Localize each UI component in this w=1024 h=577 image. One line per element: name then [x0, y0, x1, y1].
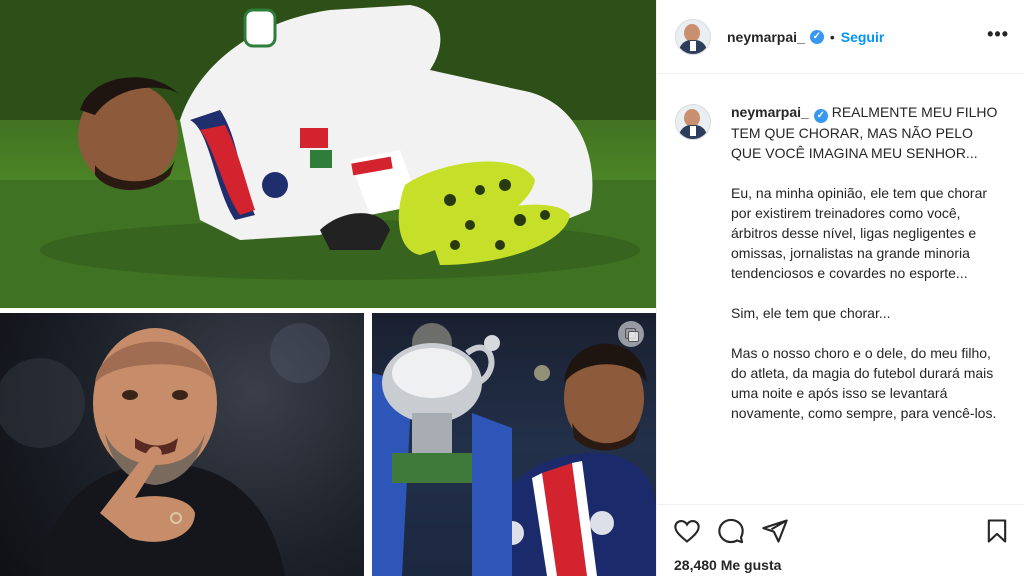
post-header: neymarpai_ ✓ • Seguir •••	[657, 0, 1024, 74]
caption-avatar[interactable]	[675, 104, 711, 140]
heart-icon[interactable]	[673, 517, 701, 545]
avatar[interactable]	[675, 18, 711, 55]
photo-coach	[0, 313, 364, 576]
comment-icon[interactable]	[717, 517, 745, 545]
photo-trophy	[372, 313, 656, 576]
likes-count[interactable]: 28,480 Me gusta	[674, 557, 781, 573]
caption-username[interactable]: neymarpai_	[731, 104, 809, 120]
share-icon[interactable]	[761, 517, 789, 545]
post-panel: neymarpai_ ✓ • Seguir ••• neymarpai_ ✓ RE…	[656, 0, 1024, 576]
caption-body: Eu, na minha opinião, ele tem que chorar…	[731, 185, 997, 421]
likes-label: Me gusta	[720, 557, 782, 573]
action-bar: 28,480 Me gusta	[657, 504, 1024, 577]
photo-player-injured	[0, 0, 656, 308]
likes-number: 28,480	[674, 557, 717, 573]
verified-badge-icon: ✓	[809, 29, 824, 44]
bookmark-icon[interactable]	[983, 517, 1011, 545]
more-options-icon[interactable]: •••	[987, 24, 1009, 45]
follow-button[interactable]: Seguir	[841, 29, 885, 45]
caption-text: neymarpai_ ✓ REALMENTE MEU FILHO TEM QUE …	[731, 102, 1007, 423]
post-media[interactable]	[0, 0, 656, 576]
carousel-icon	[618, 321, 644, 347]
username[interactable]: neymarpai_	[727, 29, 805, 45]
caption-verified-icon: ✓	[813, 109, 828, 123]
separator-dot: •	[829, 28, 835, 45]
caption: neymarpai_ ✓ REALMENTE MEU FILHO TEM QUE …	[657, 74, 1024, 504]
